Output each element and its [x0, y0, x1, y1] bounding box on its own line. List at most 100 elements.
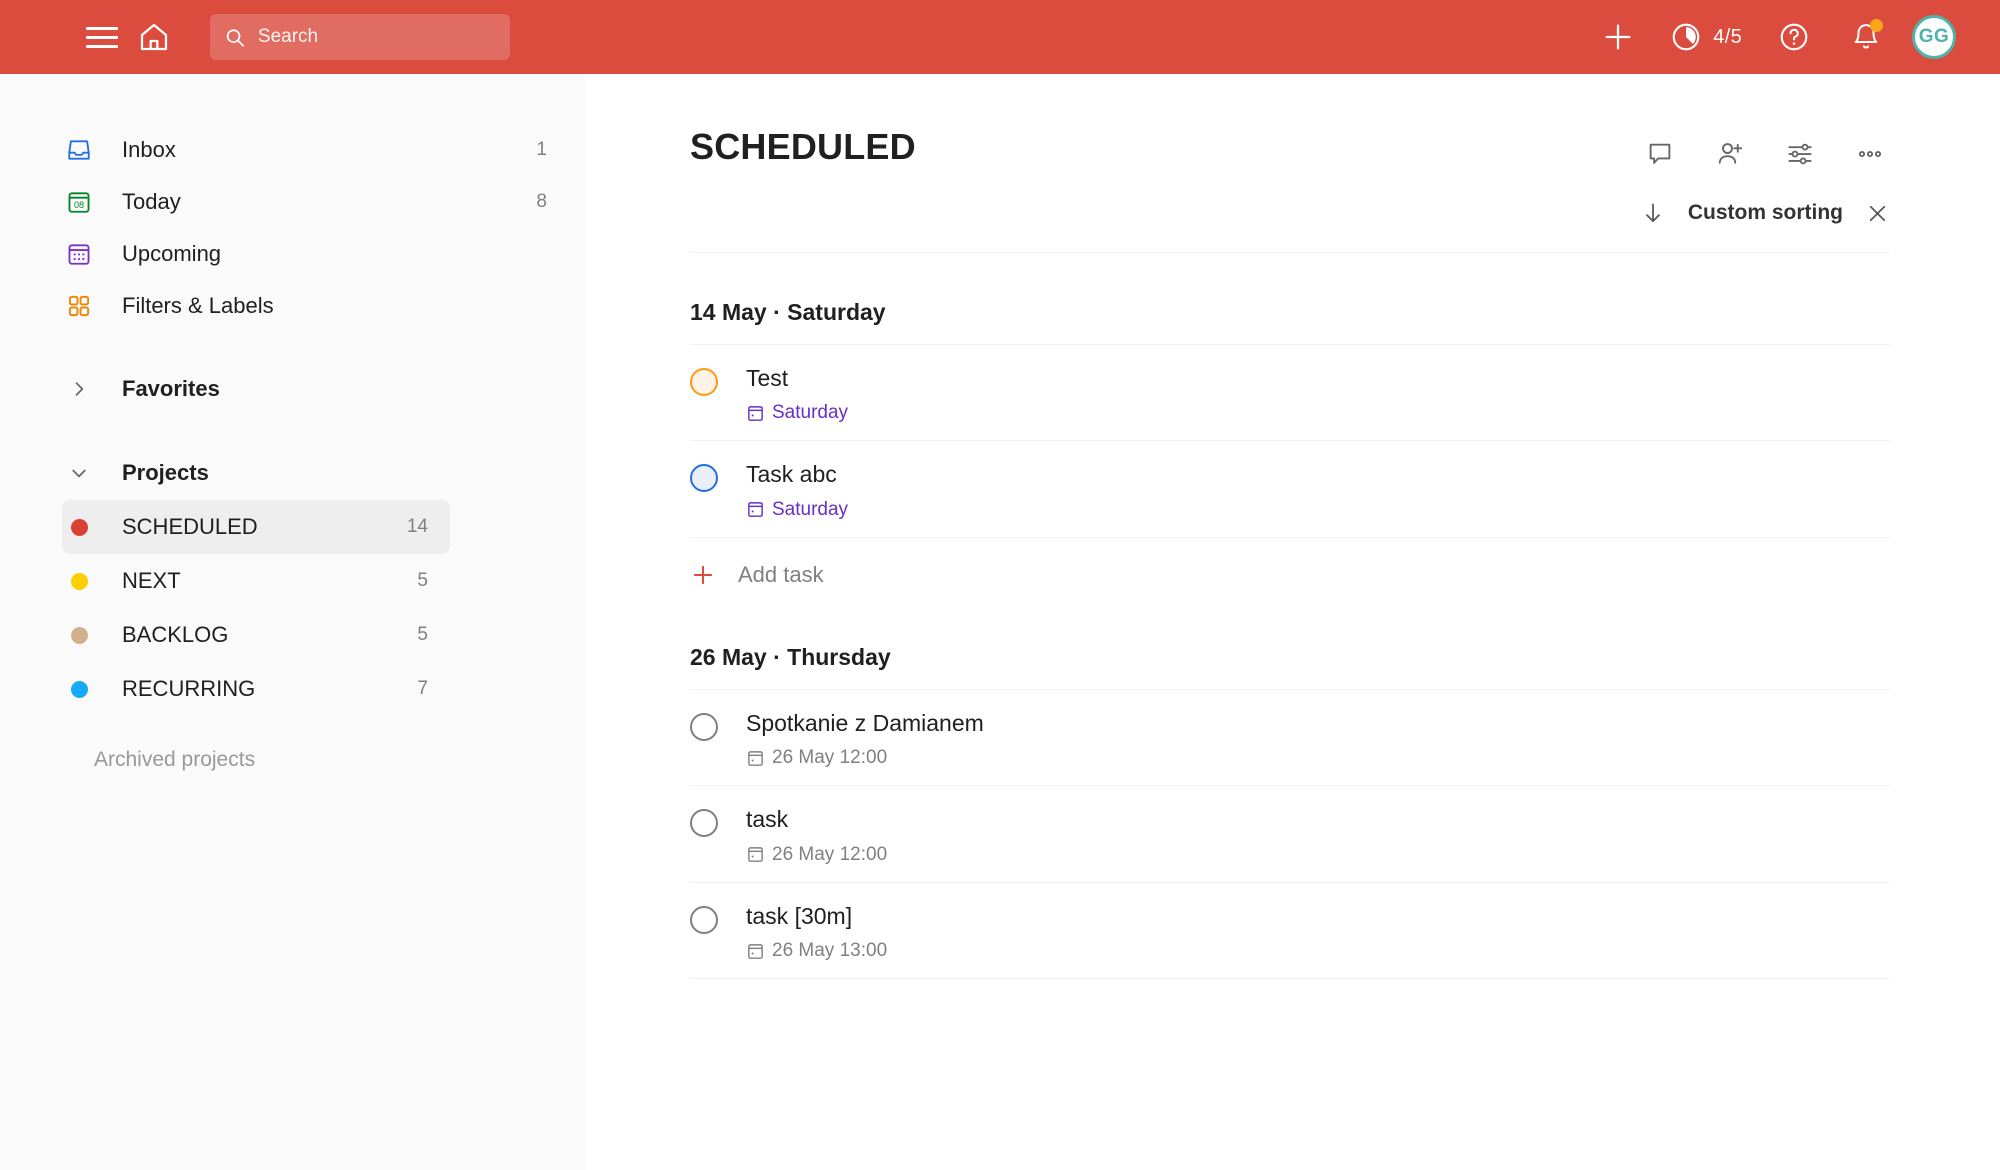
task-body: Test Saturday	[746, 365, 848, 424]
more-options-button[interactable]	[1850, 134, 1890, 174]
comments-icon	[1649, 143, 1671, 164]
project-count: 5	[417, 624, 428, 645]
productivity-count: 4/5	[1713, 25, 1742, 48]
svg-text:08: 08	[74, 200, 84, 210]
task-due-date[interactable]: Saturday	[746, 499, 848, 521]
sidebar-item-label: Upcoming	[122, 241, 222, 266]
add-task-button[interactable]	[1592, 11, 1644, 63]
project-label: SCHEDULED	[122, 514, 258, 539]
chevron-right-icon	[62, 379, 96, 399]
search-input[interactable]	[257, 26, 496, 48]
task-checkbox[interactable]	[690, 464, 718, 493]
view-options-button[interactable]	[1780, 134, 1820, 174]
task-row[interactable]: task 26 May 12:00	[690, 786, 1890, 883]
sorting-bar: Custom sorting	[690, 174, 1890, 253]
sort-direction-button[interactable]	[1640, 200, 1666, 226]
task-due-label: Saturday	[772, 498, 849, 520]
add-task-row[interactable]: Add task	[690, 538, 1890, 598]
sidebar-item-filters-labels[interactable]: Filters & Labels	[62, 280, 575, 332]
add-person-icon	[1718, 143, 1743, 164]
task-body: task 26 May 12:00	[746, 806, 887, 865]
search-icon	[226, 28, 245, 47]
sidebar-section-projects[interactable]: Projects	[62, 446, 575, 500]
task-checkbox[interactable]	[690, 809, 718, 838]
archived-projects-link[interactable]: Archived projects	[94, 748, 585, 772]
project-label: RECURRING	[122, 676, 256, 701]
task-checkbox[interactable]	[690, 905, 718, 934]
task-checkbox[interactable]	[690, 368, 718, 396]
search-box[interactable]	[210, 14, 510, 60]
project-count: 14	[406, 516, 428, 537]
sidebar-item-inbox[interactable]: Inbox 1	[62, 124, 575, 176]
task-row[interactable]: task [30m] 26 May 13:00	[690, 883, 1890, 980]
calendar-today-icon: 08	[62, 189, 96, 215]
hamburger-menu-button[interactable]	[76, 11, 128, 63]
clear-sorting-button[interactable]	[1865, 201, 1890, 226]
calendar-upcoming-icon	[62, 241, 96, 267]
task-checkbox[interactable]	[690, 712, 718, 741]
top-bar: 4/5 GG	[0, 0, 2000, 74]
productivity-button[interactable]: 4/5	[1670, 21, 1742, 53]
task-body: Task abc Saturday	[746, 461, 848, 520]
productivity-ring-icon	[1672, 23, 1700, 51]
help-button[interactable]	[1768, 11, 1820, 63]
task-title: Task abc	[746, 461, 837, 488]
sidebar-project-next[interactable]: NEXT 5	[62, 554, 450, 608]
project-count: 5	[417, 570, 428, 591]
calendar-icon	[748, 502, 763, 518]
date-group-header: 14 May · Saturday	[690, 299, 1890, 345]
sidebar-project-scheduled[interactable]: SCHEDULED 14	[62, 500, 450, 554]
notifications-button[interactable]	[1846, 17, 1886, 57]
page-title: SCHEDULED	[690, 126, 916, 167]
home-button[interactable]	[128, 11, 180, 63]
question-mark-icon	[1780, 23, 1808, 51]
project-count: 7	[417, 678, 428, 699]
plus-icon	[1605, 24, 1631, 50]
task-row[interactable]: Test Saturday	[690, 345, 1890, 442]
inbox-icon	[62, 137, 96, 163]
main-content: SCHEDULED Custom sorting 14 May · Saturd…	[585, 74, 2000, 1170]
task-row[interactable]: Task abc Saturday	[690, 441, 1890, 538]
sidebar-item-upcoming[interactable]: Upcoming	[62, 228, 575, 280]
date-group: 26 May · Thursday Spotkanie z Damianem 2…	[690, 598, 1890, 980]
task-body: task [30m] 26 May 13:00	[746, 903, 887, 962]
calendar-icon	[748, 750, 763, 766]
sidebar-item-count: 1	[536, 139, 547, 160]
grid-squares-icon	[62, 293, 96, 319]
task-body: Spotkanie z Damianem 26 May 12:00	[746, 710, 984, 769]
sidebar-item-label: Inbox	[122, 137, 176, 162]
main-header: SCHEDULED	[690, 74, 1890, 174]
task-due-date[interactable]: 26 May 12:00	[746, 747, 984, 769]
task-due-date[interactable]: Saturday	[746, 402, 848, 424]
task-due-label: 26 May 12:00	[772, 747, 888, 769]
more-options-icon	[1858, 150, 1882, 158]
arrow-down-icon	[1646, 203, 1660, 222]
comments-button[interactable]	[1640, 134, 1680, 174]
task-due-date[interactable]: 26 May 12:00	[746, 844, 887, 866]
add-task-label: Add task	[738, 561, 824, 587]
plus-icon	[693, 565, 713, 585]
sidebar-project-backlog[interactable]: BACKLOG 5	[62, 608, 450, 662]
task-title: Test	[746, 365, 789, 391]
task-title: task	[746, 806, 789, 833]
sidebar-item-today[interactable]: 08 Today 8	[62, 176, 575, 228]
task-due-label: 26 May 12:00	[772, 843, 888, 865]
task-due-date[interactable]: 26 May 13:00	[746, 940, 887, 962]
project-color-dot	[62, 626, 96, 644]
sorting-label[interactable]: Custom sorting	[1688, 201, 1843, 225]
project-color-dot	[62, 680, 96, 698]
avatar[interactable]: GG	[1912, 15, 1956, 59]
calendar-icon	[748, 406, 763, 421]
date-group-header: 26 May · Thursday	[690, 644, 1890, 690]
task-row[interactable]: Spotkanie z Damianem 26 May 12:00	[690, 690, 1890, 787]
sidebar-section-favorites[interactable]: Favorites	[62, 362, 575, 416]
header-actions	[1640, 126, 1890, 174]
task-title: Spotkanie z Damianem	[746, 709, 984, 736]
share-project-button[interactable]	[1710, 134, 1750, 174]
date-group: 14 May · Saturday Test Saturday Task abc	[690, 253, 1890, 598]
sidebar-project-recurring[interactable]: RECURRING 7	[62, 662, 450, 716]
task-title: task [30m]	[746, 902, 853, 929]
sidebar-item-label: Today	[122, 189, 181, 214]
